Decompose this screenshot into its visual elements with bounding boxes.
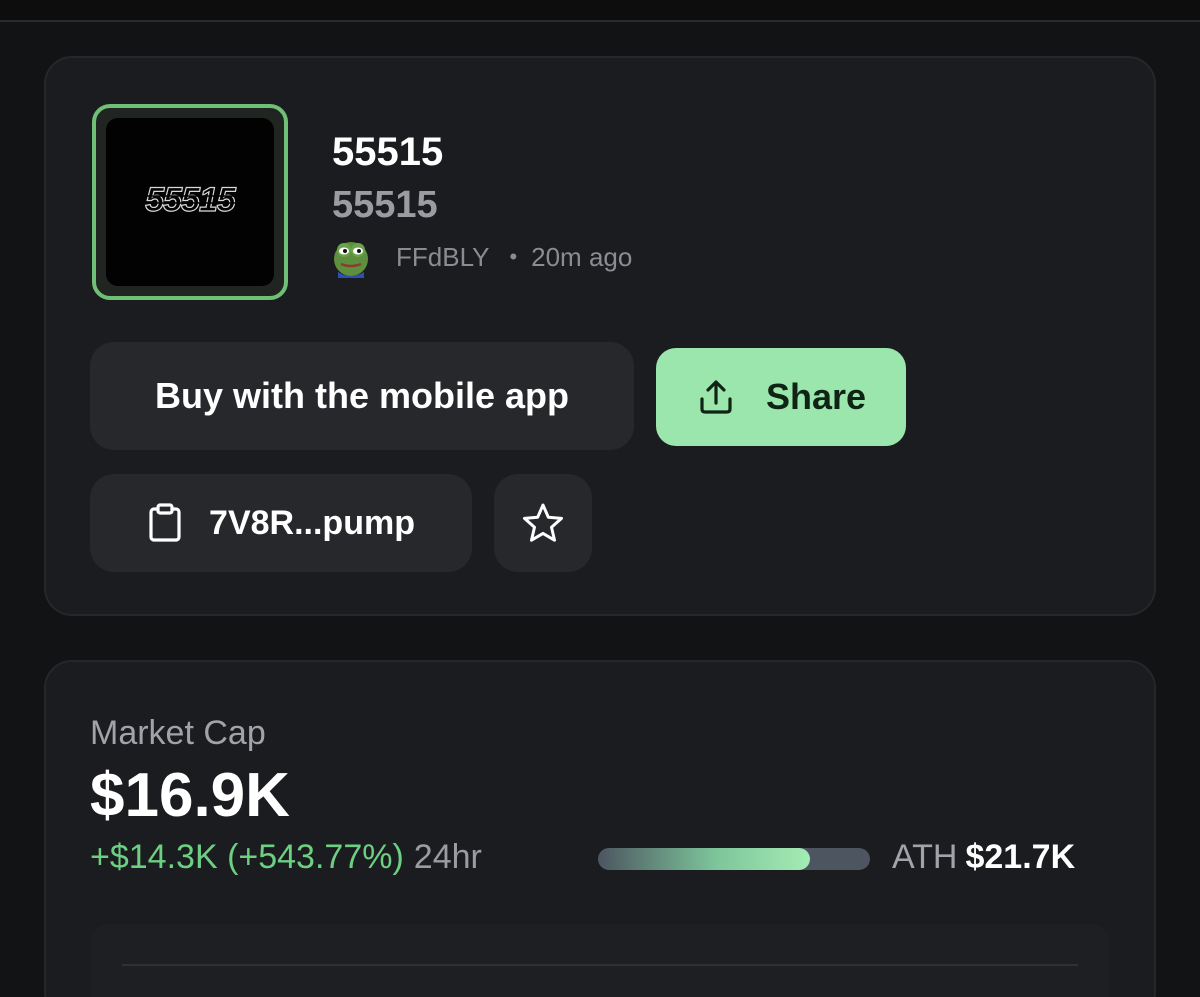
market-cap-value: $16.9K: [90, 761, 290, 830]
creator-name[interactable]: FFdBLY: [396, 242, 489, 273]
ath-progress-bar: [598, 848, 870, 870]
ath-display: ATH $21.7K: [892, 838, 1075, 877]
market-cap-label: Market Cap: [90, 714, 266, 752]
token-ticker: 55515: [332, 184, 438, 226]
share-button-label: Share: [765, 376, 867, 417]
share-upload-icon: [700, 380, 732, 414]
chart-gridline: [122, 964, 1078, 966]
token-logo-graphic: 55515: [131, 180, 249, 220]
creator-row: FFdBLY • 20m ago: [330, 236, 632, 278]
token-logo-text: 55515: [145, 181, 237, 219]
change-value: +$14.3K (+543.77%): [90, 838, 404, 876]
contract-address: 7V8R...pump: [209, 503, 415, 542]
top-bar: [0, 0, 1200, 22]
share-button[interactable]: Share: [656, 348, 906, 446]
token-image[interactable]: 55515: [92, 104, 288, 300]
buy-mobile-app-button[interactable]: Buy with the mobile app: [90, 342, 634, 450]
star-icon: [523, 503, 563, 542]
buy-button-label: Buy with the mobile app: [154, 375, 570, 416]
ath-label: ATH: [892, 838, 958, 876]
ath-progress-fill: [598, 848, 811, 870]
token-logo: 55515: [106, 118, 274, 286]
token-info-card: 55515 55515 55515 FFdBLY • 20m ago Buy w…: [44, 56, 1156, 616]
ath-value: $21.7K: [965, 838, 1076, 876]
separator-dot: •: [509, 244, 518, 269]
frog-avatar-icon[interactable]: [330, 236, 372, 278]
favorite-button[interactable]: [494, 474, 592, 572]
market-cap-change: +$14.3K (+543.77%) 24hr: [90, 838, 482, 877]
clipboard-icon: [149, 503, 181, 542]
copy-contract-address-button[interactable]: 7V8R...pump: [90, 474, 472, 572]
price-chart-area[interactable]: [90, 924, 1110, 997]
created-time: 20m ago: [531, 241, 633, 272]
token-name: 55515: [332, 130, 444, 174]
market-cap-card: Market Cap $16.9K +$14.3K (+543.77%) 24hr…: [44, 660, 1156, 997]
change-period: 24hr: [413, 838, 482, 876]
